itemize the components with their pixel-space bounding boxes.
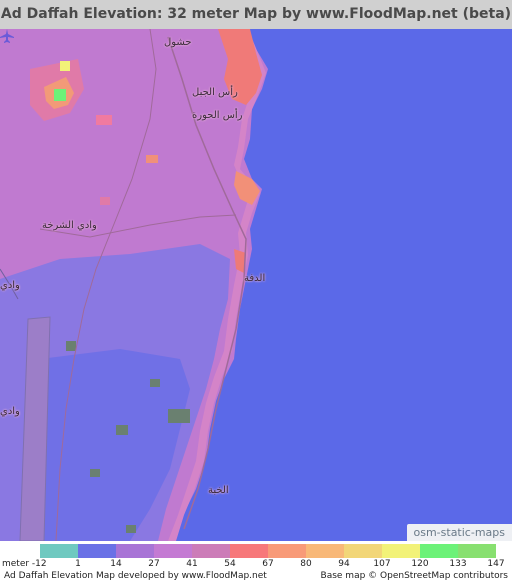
legend-swatch [458,544,496,558]
legend-swatch [230,544,268,558]
legend-swatch [268,544,306,558]
place-al-khabbah: الخبة [208,485,229,496]
inland-spot-3 [100,197,110,205]
map-title: Ad Daffah Elevation: 32 meter Map by www… [0,0,512,29]
legend-label: 67 [262,559,274,569]
inland-spot-1 [96,115,112,125]
legend-swatches [40,544,496,558]
footer: Ad Daffah Elevation Map developed by www… [0,571,512,582]
place-wadi-ash-sharkha: وادي الشرخة [42,220,97,231]
legend-swatch [306,544,344,558]
low-patch-3 [150,379,160,387]
inland-spot-2 [146,155,158,163]
legend-label: meter -12 [2,559,47,569]
legend-label: 107 [373,559,391,569]
legend-swatch [116,544,154,558]
legend-label: 41 [186,559,198,569]
legend-label: 120 [411,559,429,569]
low-patch-6 [126,525,136,533]
legend-label: 54 [224,559,236,569]
place-wadi-left-1: وادي [0,280,20,291]
place-ras-al-jabal: رأس الجبل [192,87,238,98]
legend-swatch [420,544,458,558]
legend-swatch [192,544,230,558]
elevation-map[interactable]: حشول رأس الجبل رأس الحورة وادي الشرخة ال… [0,29,512,541]
place-hashul: حشول [164,37,192,48]
osm-static-maps-badge[interactable]: osm-static-maps [406,524,512,541]
legend-label: 1 [75,559,81,569]
map-canvas [0,29,512,541]
inland-peak [54,89,66,101]
legend-label: 133 [449,559,467,569]
low-patch-1 [168,409,190,423]
legend-swatch [40,544,78,558]
airplane-icon [0,29,14,43]
legend-swatch [154,544,192,558]
place-ad-daffah: الدفة [244,273,266,284]
low-patch-4 [66,341,76,351]
legend-swatch [382,544,420,558]
legend-swatch [78,544,116,558]
legend-swatch [344,544,382,558]
footer-osm-credit: Base map © OpenStreetMap contributors [320,571,508,581]
footer-credit: Ad Daffah Elevation Map developed by www… [4,571,267,581]
legend-labels: meter -12 1 14 27 41 54 67 80 94 107 120 133 147 [0,559,512,571]
legend-label: 27 [148,559,160,569]
legend-label: 80 [300,559,312,569]
legend-label: 94 [338,559,350,569]
place-ras-al-hawra: رأس الحورة [192,110,243,121]
place-wadi-left-2: وادي [0,406,20,417]
inland-peak-2 [60,61,70,71]
low-patch-2 [116,425,128,435]
legend-label: 147 [487,559,505,569]
low-patch-5 [90,469,100,477]
legend-label: 14 [110,559,122,569]
